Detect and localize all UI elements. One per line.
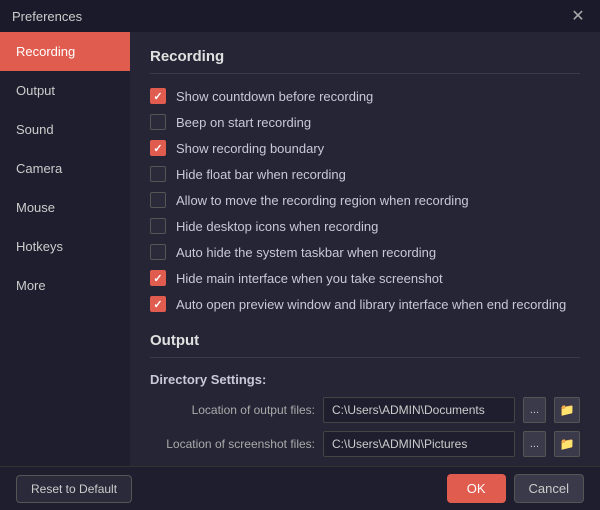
output-files-dots-button[interactable]: ... bbox=[523, 397, 546, 423]
checkbox-8[interactable] bbox=[150, 296, 166, 312]
checkbox-label-7: Hide main interface when you take screen… bbox=[176, 271, 443, 286]
preferences-window: Preferences ✕ Recording Output Sound Cam… bbox=[0, 0, 600, 510]
footer-right: OK Cancel bbox=[447, 474, 584, 503]
checkbox-label-2: Show recording boundary bbox=[176, 141, 324, 156]
sidebar-item-recording[interactable]: Recording bbox=[0, 32, 130, 71]
checkboxes-list: Show countdown before recording Beep on s… bbox=[150, 88, 580, 312]
screenshot-files-row: Location of screenshot files: ... 📁 bbox=[150, 431, 580, 457]
checkbox-5[interactable] bbox=[150, 218, 166, 234]
sidebar-item-output[interactable]: Output bbox=[0, 71, 130, 110]
checkbox-row-4: Allow to move the recording region when … bbox=[150, 192, 580, 208]
output-files-label: Location of output files: bbox=[150, 403, 315, 417]
cancel-button[interactable]: Cancel bbox=[514, 474, 584, 503]
output-files-input[interactable] bbox=[323, 397, 515, 423]
checkbox-7[interactable] bbox=[150, 270, 166, 286]
checkbox-label-1: Beep on start recording bbox=[176, 115, 311, 130]
titlebar-title: Preferences bbox=[12, 9, 82, 24]
checkbox-label-6: Auto hide the system taskbar when record… bbox=[176, 245, 436, 260]
screenshot-files-label: Location of screenshot files: bbox=[150, 437, 315, 451]
checkbox-row-2: Show recording boundary bbox=[150, 140, 580, 156]
checkbox-label-3: Hide float bar when recording bbox=[176, 167, 346, 182]
reset-button[interactable]: Reset to Default bbox=[16, 475, 132, 503]
output-files-row: Location of output files: ... 📁 bbox=[150, 397, 580, 423]
ok-button[interactable]: OK bbox=[447, 474, 506, 503]
checkbox-row-6: Auto hide the system taskbar when record… bbox=[150, 244, 580, 260]
checkbox-row-0: Show countdown before recording bbox=[150, 88, 580, 104]
checkbox-row-1: Beep on start recording bbox=[150, 114, 580, 130]
checkbox-3[interactable] bbox=[150, 166, 166, 182]
sidebar-item-mouse[interactable]: Mouse bbox=[0, 188, 130, 227]
directory-settings: Directory Settings: Location of output f… bbox=[150, 372, 580, 457]
checkbox-1[interactable] bbox=[150, 114, 166, 130]
screenshot-files-folder-button[interactable]: 📁 bbox=[554, 431, 580, 457]
checkbox-row-5: Hide desktop icons when recording bbox=[150, 218, 580, 234]
sidebar: Recording Output Sound Camera Mouse Hotk… bbox=[0, 32, 130, 466]
output-title: Output bbox=[150, 332, 580, 358]
titlebar: Preferences ✕ bbox=[0, 0, 600, 32]
checkbox-0[interactable] bbox=[150, 88, 166, 104]
checkbox-2[interactable] bbox=[150, 140, 166, 156]
checkbox-row-3: Hide float bar when recording bbox=[150, 166, 580, 182]
checkbox-4[interactable] bbox=[150, 192, 166, 208]
screenshot-files-input[interactable] bbox=[323, 431, 515, 457]
output-files-folder-button[interactable]: 📁 bbox=[554, 397, 580, 423]
main-content: Recording Show countdown before recordin… bbox=[130, 32, 600, 466]
checkbox-6[interactable] bbox=[150, 244, 166, 260]
sidebar-item-camera[interactable]: Camera bbox=[0, 149, 130, 188]
checkbox-row-7: Hide main interface when you take screen… bbox=[150, 270, 580, 286]
content-area: Recording Output Sound Camera Mouse Hotk… bbox=[0, 32, 600, 466]
sidebar-item-hotkeys[interactable]: Hotkeys bbox=[0, 227, 130, 266]
checkbox-label-0: Show countdown before recording bbox=[176, 89, 373, 104]
footer: Reset to Default OK Cancel bbox=[0, 466, 600, 510]
checkbox-label-8: Auto open preview window and library int… bbox=[176, 297, 566, 312]
output-section: Output Directory Settings: Location of o… bbox=[150, 332, 580, 466]
checkbox-label-4: Allow to move the recording region when … bbox=[176, 193, 469, 208]
sidebar-item-sound[interactable]: Sound bbox=[0, 110, 130, 149]
screenshot-files-dots-button[interactable]: ... bbox=[523, 431, 546, 457]
checkbox-row-8: Auto open preview window and library int… bbox=[150, 296, 580, 312]
recording-title: Recording bbox=[150, 48, 580, 74]
close-button[interactable]: ✕ bbox=[568, 6, 588, 26]
sidebar-item-more[interactable]: More bbox=[0, 266, 130, 305]
checkbox-label-5: Hide desktop icons when recording bbox=[176, 219, 378, 234]
dir-settings-label: Directory Settings: bbox=[150, 372, 580, 387]
